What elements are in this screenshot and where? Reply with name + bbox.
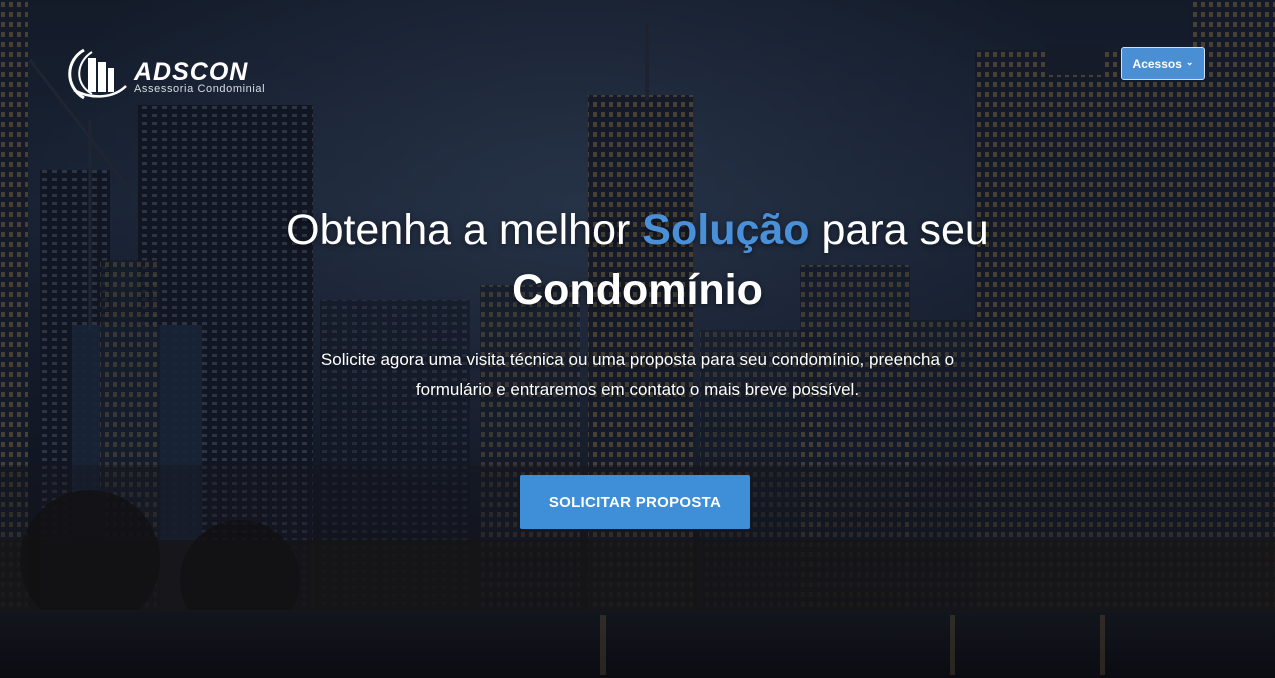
headline-prefix: Obtenha a melhor — [286, 206, 643, 254]
headline-bold: Condomínio — [512, 266, 763, 314]
description-line-2: formulário e entraremos em contato o mai… — [415, 380, 860, 399]
request-proposal-button[interactable]: SOLICITAR PROPOSTA — [520, 475, 750, 529]
access-dropdown-button[interactable]: Acessos ⌄ — [1121, 47, 1205, 80]
description-line-1: Solicite agora uma visita técnica ou uma… — [320, 350, 955, 369]
hero-description: Solicite agora uma visita técnica ou uma… — [270, 345, 1005, 405]
access-button-label: Acessos — [1132, 56, 1182, 71]
brand-logo[interactable]: ADSCON Assessoria Condominial — [62, 46, 292, 102]
headline-suffix: para seu — [809, 206, 989, 254]
hero-headline: Obtenha a melhor Solução para seu Condom… — [0, 200, 1275, 320]
brand-name: ADSCON — [134, 58, 249, 86]
building-swoosh-icon — [68, 48, 127, 100]
hero-section: ADSCON Assessoria Condominial Acessos ⌄ … — [0, 0, 1275, 678]
chevron-down-icon: ⌄ — [1185, 57, 1194, 67]
brand-tagline: Assessoria Condominial — [134, 83, 266, 95]
headline-accent: Solução — [642, 206, 810, 254]
